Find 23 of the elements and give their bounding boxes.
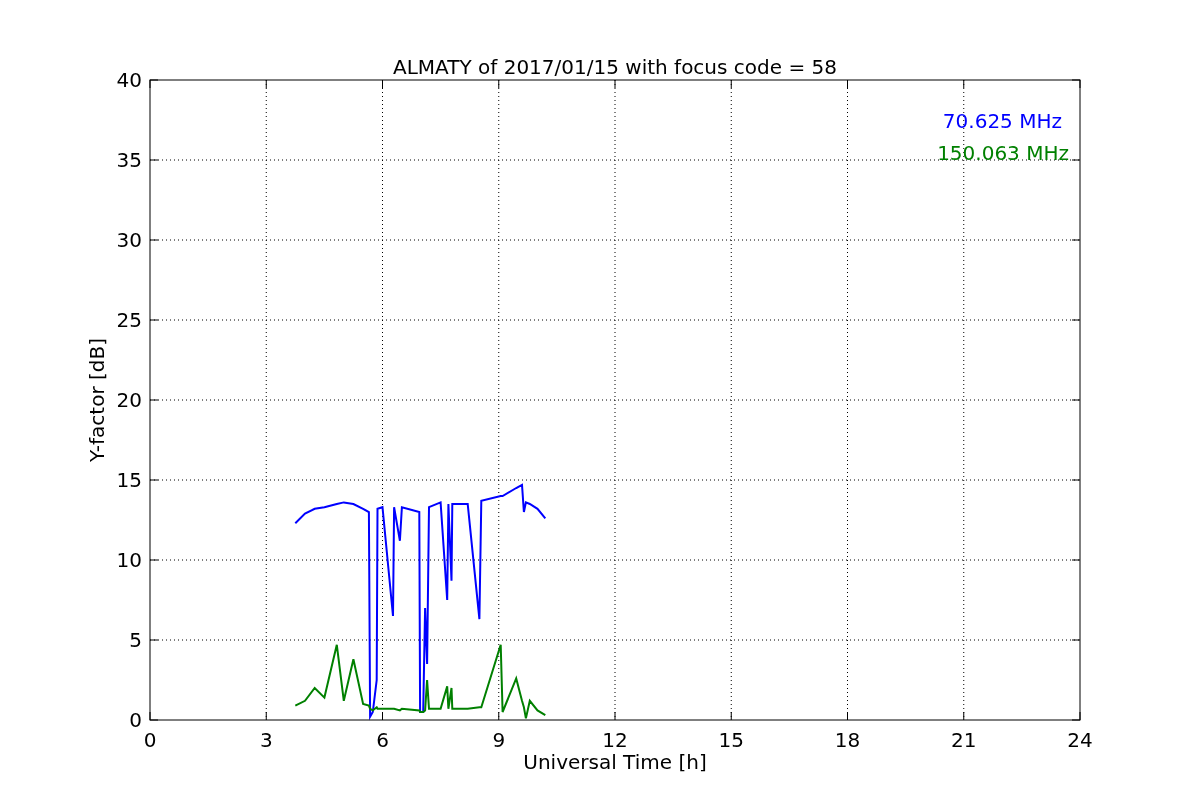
x-tick-label: 21 bbox=[951, 728, 977, 752]
x-tick-label: 24 bbox=[1067, 728, 1093, 752]
y-tick-label: 25 bbox=[116, 308, 142, 332]
y-axis-label: Y-factor [dB] bbox=[85, 338, 109, 462]
y-tick-label: 0 bbox=[129, 708, 142, 732]
y-tick-label: 10 bbox=[116, 548, 142, 572]
y-tick-label: 15 bbox=[116, 468, 142, 492]
x-tick-label: 12 bbox=[602, 728, 628, 752]
y-tick-label: 35 bbox=[116, 148, 142, 172]
legend-label: 150.063 MHz bbox=[937, 141, 1069, 165]
x-tick-label: 6 bbox=[376, 728, 389, 752]
y-tick-label: 20 bbox=[116, 388, 142, 412]
x-tick-label: 3 bbox=[259, 728, 273, 752]
x-tick-label: 9 bbox=[492, 728, 506, 752]
legend-label: 70.625 MHz bbox=[942, 109, 1062, 133]
x-tick-label: 15 bbox=[718, 728, 744, 752]
chart-title: ALMATY of 2017/01/15 with focus code = 58 bbox=[393, 55, 837, 79]
y-tick-label: 5 bbox=[129, 628, 142, 652]
x-tick-label: 0 bbox=[143, 728, 157, 752]
y-tick-label: 40 bbox=[116, 68, 142, 92]
y-tick-label: 30 bbox=[116, 228, 142, 252]
x-axis-label: Universal Time [h] bbox=[523, 750, 707, 774]
x-tick-label: 18 bbox=[834, 728, 861, 752]
